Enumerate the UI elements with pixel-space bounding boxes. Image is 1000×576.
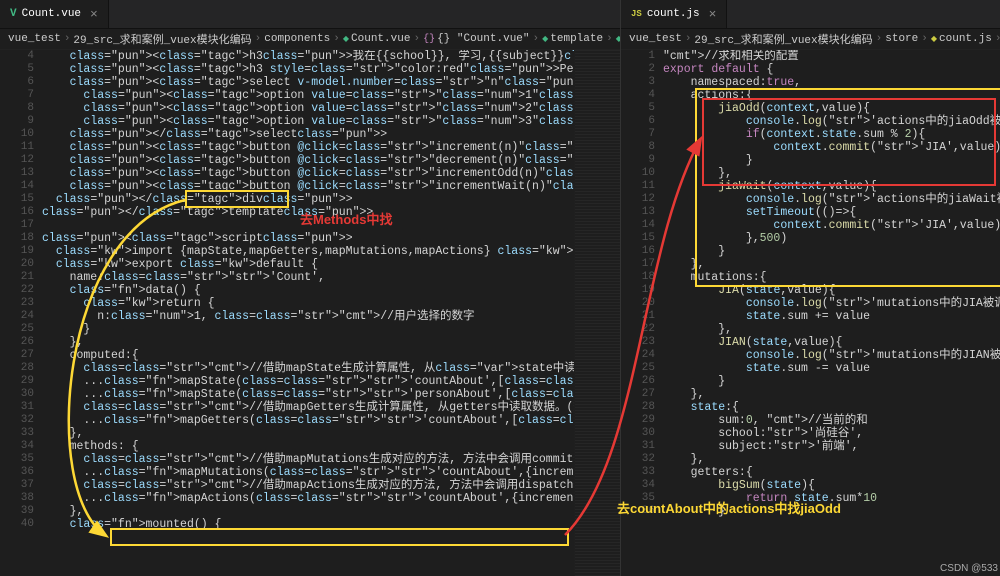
js-file-icon (631, 8, 642, 20)
left-breadcrumb[interactable]: vue_test 29_src_求和案例_vuex模块化编码 component… (0, 29, 620, 50)
tab-label: Count.vue (22, 8, 81, 20)
right-editor-pane: count.js × vue_test 29_src_求和案例_vuex模块化编… (621, 0, 1000, 576)
annotation-label: 去Methods中找 (300, 209, 392, 228)
right-tab-bar: count.js × (621, 0, 1000, 29)
line-gutter: 4567891011121314151617181920212223242526… (0, 50, 42, 576)
tab-count-vue[interactable]: Count.vue × (0, 0, 109, 28)
annotation-box (185, 190, 289, 208)
tab-count-js[interactable]: count.js × (621, 0, 727, 28)
left-tab-bar: Count.vue × (0, 0, 620, 29)
left-editor-pane: Count.vue × vue_test 29_src_求和案例_vuex模块化… (0, 0, 621, 576)
left-code-editor[interactable]: 4567891011121314151617181920212223242526… (0, 50, 620, 576)
annotation-box (110, 528, 569, 546)
close-icon[interactable]: × (709, 7, 717, 22)
tab-label: count.js (647, 8, 700, 20)
minimap[interactable] (574, 50, 620, 576)
annotation-box (695, 88, 1000, 287)
close-icon[interactable]: × (90, 7, 98, 22)
code-area[interactable]: class="pun"><class="tagc">h3class="pun">… (42, 50, 574, 576)
vue-file-icon (10, 8, 17, 20)
watermark: CSDN @533 (940, 563, 998, 574)
right-breadcrumb[interactable]: vue_test 29_src_求和案例_vuex模块化编码 store cou… (621, 29, 1000, 50)
annotation-label: 去countAbout中的actions中找jiaOdd (617, 498, 841, 517)
